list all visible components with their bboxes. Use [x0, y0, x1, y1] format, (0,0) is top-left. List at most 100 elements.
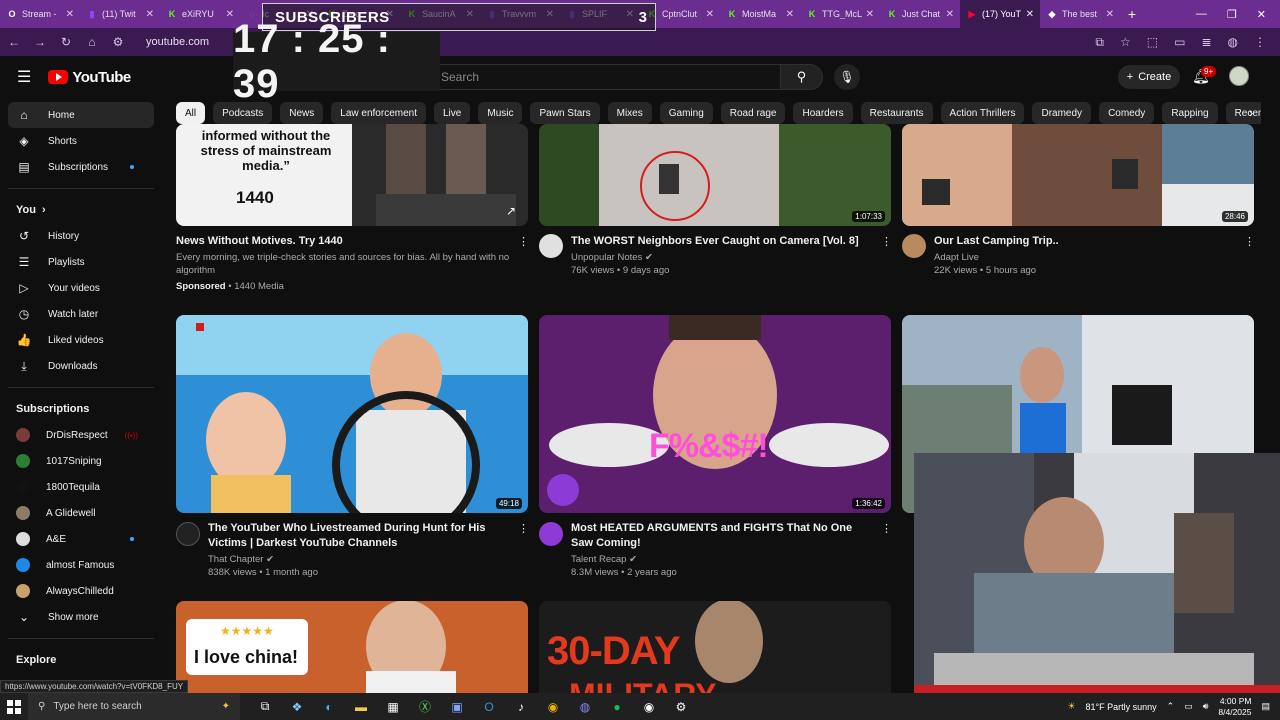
task-view-icon[interactable]: ⧉ — [254, 696, 276, 718]
install-icon[interactable]: ⧉ — [1095, 35, 1104, 50]
close-tab-icon[interactable]: ✕ — [146, 9, 154, 20]
photos-icon[interactable]: ▣ — [446, 696, 468, 718]
browser-tab[interactable]: ▶ (17) YouT ✕ — [960, 0, 1040, 28]
browser-tab[interactable]: KeXiRYU ✕ — [160, 0, 240, 28]
channel-avatar[interactable] — [539, 522, 563, 546]
sidebar-item[interactable]: DrDisRespect ((•)) — [8, 422, 154, 448]
forward-icon[interactable]: → — [34, 35, 46, 49]
filter-chip[interactable]: Road rage — [720, 102, 786, 124]
video-thumbnail[interactable]: 30-DAY MILITARY — [539, 601, 891, 693]
filter-chip[interactable]: Restaurants — [860, 102, 933, 124]
filter-chip[interactable]: Comedy — [1099, 102, 1155, 124]
filter-chip[interactable]: Live — [434, 102, 471, 124]
sidebar-item[interactable]: ◷ Watch later — [8, 301, 154, 327]
browser-tab[interactable]: ◆ The best ✕ — [1040, 0, 1120, 28]
search-input[interactable]: Search — [428, 64, 781, 90]
sidebar-item[interactable]: 1017Sniping — [8, 448, 154, 474]
video-thumbnail[interactable]: 49:18 — [176, 315, 528, 513]
minimize-icon[interactable]: — — [1196, 8, 1207, 21]
browser-tab[interactable]: ▮ (11) Twit ✕ — [80, 0, 160, 28]
sidebar-item[interactable]: AlwaysChilledd — [8, 578, 154, 604]
video-menu-icon[interactable]: ⋮ — [1244, 235, 1255, 248]
volume-icon[interactable]: 🔊︎ — [1203, 701, 1209, 712]
video-menu-icon[interactable]: ⋮ — [518, 235, 529, 248]
channel-avatar[interactable] — [176, 522, 200, 546]
video-thumbnail[interactable]: ★★★★★ I love china! — [176, 601, 528, 693]
channel-avatar[interactable] — [539, 234, 563, 258]
video-title[interactable]: Our Last Camping Trip.. — [934, 234, 1234, 249]
filter-chip[interactable]: Pawn Stars — [530, 102, 600, 124]
video-menu-icon[interactable]: ⋮ — [881, 522, 892, 535]
search-button[interactable]: ⚲ — [781, 64, 823, 90]
voice-search-button[interactable]: 🎙 — [834, 64, 860, 90]
sidebar-item[interactable]: ☰ Playlists — [8, 249, 154, 275]
close-tab-icon[interactable]: ✕ — [946, 9, 954, 20]
video-thumbnail[interactable]: F%&$#! 1:36:42 — [539, 315, 891, 513]
tiktok-icon[interactable]: ♪ — [510, 696, 532, 718]
bookmark-star-icon[interactable]: ☆ — [1120, 35, 1131, 50]
filter-chip[interactable]: Mixes — [607, 102, 652, 124]
sidebar-item[interactable]: 1800Tequila — [8, 474, 154, 500]
split-view-icon[interactable]: ▭ — [1174, 35, 1185, 50]
file-explorer-icon[interactable]: ▬ — [350, 696, 372, 718]
notification-center-icon[interactable]: ▤ — [1261, 701, 1270, 712]
browser-menu-icon[interactable]: ⋮ — [1254, 35, 1266, 50]
sidebar-item[interactable]: almost Famous — [8, 552, 154, 578]
taskbar-clock[interactable]: 4:00 PM 8/4/2025 — [1218, 696, 1251, 718]
sidebar-item[interactable]: A Glidewell — [8, 500, 154, 526]
back-icon[interactable]: ← — [8, 35, 20, 49]
create-button[interactable]: + Create — [1118, 65, 1180, 89]
chrome-icon[interactable]: ◉ — [542, 696, 564, 718]
close-tab-icon[interactable]: ✕ — [1106, 9, 1114, 20]
sidebar-item[interactable]: 👍 Liked videos — [8, 327, 154, 353]
filter-chip[interactable]: Gaming — [659, 102, 713, 124]
reading-list-icon[interactable]: ≣ — [1201, 35, 1211, 50]
outlook-icon[interactable]: O — [478, 696, 500, 718]
close-tab-icon[interactable]: ✕ — [66, 9, 74, 20]
video-thumbnail[interactable]: 1:07:33 — [539, 124, 891, 226]
restore-icon[interactable]: ❐ — [1227, 8, 1237, 21]
channel-name[interactable]: Adapt Live — [934, 251, 979, 264]
sidebar-item[interactable]: ↺ History — [8, 223, 154, 249]
filter-chip[interactable]: Hoarders — [793, 102, 853, 124]
filter-chip[interactable]: Law enforcement — [331, 102, 426, 124]
channel-name[interactable]: Talent Recap ✔ — [571, 553, 637, 566]
settings-gear-icon[interactable]: ⚙ — [670, 696, 692, 718]
site-info-icon[interactable]: ⚙ — [112, 35, 124, 49]
edge-icon[interactable]: ◐ — [318, 696, 340, 718]
video-thumbnail[interactable]: 28:46 — [902, 124, 1254, 226]
browser-tab[interactable]: O Stream - ✕ — [0, 0, 80, 28]
network-icon[interactable]: ▭ — [1184, 701, 1193, 712]
channel-avatar[interactable] — [902, 234, 926, 258]
video-menu-icon[interactable]: ⋮ — [518, 522, 529, 535]
channel-name[interactable]: Unpopular Notes ✔ — [571, 251, 653, 264]
url-field[interactable]: youtube.com — [146, 36, 209, 48]
close-tab-icon[interactable]: ✕ — [866, 9, 874, 20]
close-tab-icon[interactable]: ✕ — [706, 9, 714, 20]
xbox-icon[interactable]: Ⓧ — [414, 696, 436, 718]
sidebar-item[interactable]: ▷ Your videos — [8, 275, 154, 301]
filter-chip[interactable]: Podcasts — [213, 102, 273, 124]
filter-chip[interactable]: Rapping — [1162, 102, 1218, 124]
account-avatar[interactable] — [1229, 66, 1249, 86]
sidebar-item[interactable]: ▤ Subscriptions — [8, 154, 154, 180]
video-title[interactable]: News Without Motives. Try 1440 — [176, 234, 506, 249]
browser-tab[interactable]: K TTG_McL ✕ — [800, 0, 880, 28]
youtube-logo[interactable]: YouTube — [48, 69, 131, 86]
new-tab-button[interactable]: + — [1120, 6, 1144, 22]
spotify-icon[interactable]: ● — [606, 696, 628, 718]
discord-icon[interactable]: ◍ — [574, 696, 596, 718]
close-tab-icon[interactable]: ✕ — [1026, 9, 1034, 20]
copilot-icon[interactable]: ❖ — [286, 696, 308, 718]
store-icon[interactable]: ▦ — [382, 696, 404, 718]
filter-chip[interactable]: Dramedy — [1032, 102, 1092, 124]
sidebar-item[interactable]: ◈ Shorts — [8, 128, 154, 154]
hamburger-menu-icon[interactable]: ☰ — [17, 67, 31, 87]
taskbar-search-input[interactable]: ⚲ Type here to search ✦ — [28, 693, 240, 720]
video-title[interactable]: The WORST Neighbors Ever Caught on Camer… — [571, 234, 871, 249]
start-button[interactable] — [0, 699, 28, 714]
filter-chip[interactable]: News — [280, 102, 324, 124]
sidebar-section-heading[interactable]: You › — [8, 197, 154, 223]
channel-name[interactable]: 1440 Media — [234, 281, 284, 292]
close-window-icon[interactable]: ✕ — [1257, 8, 1266, 21]
